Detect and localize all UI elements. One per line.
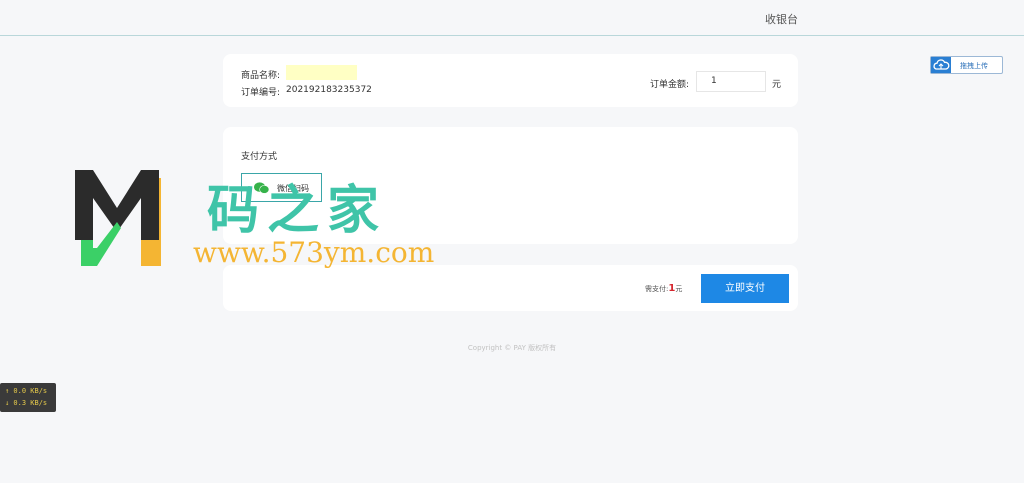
pay-now-button[interactable]: 立即支付	[701, 274, 789, 303]
upload-label: 拖拽上传	[960, 62, 988, 70]
product-name-label: 商品名称:	[241, 71, 281, 81]
cloud-upload-icon	[931, 57, 951, 73]
net-speed-widget: ↑ 0.0 KB/s ↓ 0.3 KB/s	[0, 383, 56, 412]
upload-speed: ↑ 0.0 KB/s	[5, 387, 48, 395]
drag-upload-button[interactable]: 拖拽上传	[930, 56, 1003, 74]
need-pay-text: 需支付:1元	[645, 283, 682, 294]
order-info-card: 商品名称: 订单编号: 202192183235372 订单金额: 1 元	[223, 54, 798, 107]
watermark: 码之家 www.573ym.com	[75, 168, 445, 272]
order-number-value: 202192183235372	[286, 85, 372, 95]
download-speed: ↓ 0.3 KB/s	[5, 399, 48, 407]
product-name-value	[286, 65, 357, 80]
need-pay-label: 需支付:	[645, 285, 669, 293]
watermark-cn: 码之家	[207, 180, 388, 241]
order-number-label: 订单编号:	[241, 88, 281, 98]
watermark-url: www.573ym.com	[193, 236, 435, 269]
payment-method-title: 支付方式	[241, 152, 278, 162]
order-amount-unit: 元	[772, 80, 782, 90]
top-bar: 收银台	[0, 0, 1024, 36]
order-amount-input[interactable]: 1	[696, 71, 766, 92]
order-amount-label: 订单金额:	[650, 80, 690, 90]
page-title: 收银台	[765, 13, 798, 26]
copyright: Copyright © PAY 版权所有	[467, 344, 557, 352]
watermark-logo-icon	[75, 170, 161, 266]
need-pay-unit: 元	[675, 285, 683, 293]
